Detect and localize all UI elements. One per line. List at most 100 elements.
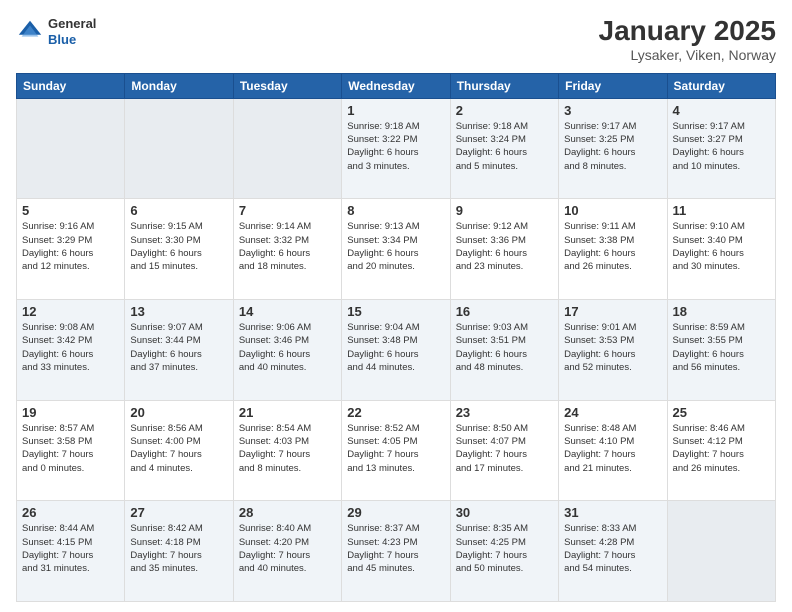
page-subtitle: Lysaker, Viken, Norway	[599, 47, 776, 63]
day-number: 17	[564, 304, 661, 319]
day-number: 23	[456, 405, 553, 420]
day-info: Sunrise: 9:06 AM Sunset: 3:46 PM Dayligh…	[239, 321, 336, 374]
day-number: 2	[456, 103, 553, 118]
day-info: Sunrise: 8:56 AM Sunset: 4:00 PM Dayligh…	[130, 422, 227, 475]
logo: General Blue	[16, 16, 96, 47]
calendar-header-wednesday: Wednesday	[342, 73, 450, 98]
calendar-cell: 5Sunrise: 9:16 AM Sunset: 3:29 PM Daylig…	[17, 199, 125, 300]
calendar-header-saturday: Saturday	[667, 73, 775, 98]
logo-icon	[16, 18, 44, 46]
calendar-cell: 25 Sunrise: 8:46 AM Sunset: 4:12 PM Dayli…	[667, 400, 775, 501]
day-number: 4	[673, 103, 770, 118]
day-number: 13	[130, 304, 227, 319]
calendar-week-row: 5Sunrise: 9:16 AM Sunset: 3:29 PM Daylig…	[17, 199, 776, 300]
day-info: Sunrise: 9:04 AM Sunset: 3:48 PM Dayligh…	[347, 321, 444, 374]
calendar-cell: 13 Sunrise: 9:07 AM Sunset: 3:44 PM Dayli…	[125, 300, 233, 401]
day-number: 1	[347, 103, 444, 118]
day-number: 28	[239, 505, 336, 520]
calendar-cell: 18 Sunrise: 8:59 AM Sunset: 3:55 PM Dayli…	[667, 300, 775, 401]
calendar-cell: 15Sunrise: 9:04 AM Sunset: 3:48 PM Dayli…	[342, 300, 450, 401]
day-info: Sunrise: 8:42 AM Sunset: 4:18 PM Dayligh…	[130, 522, 227, 575]
calendar-cell: 8Sunrise: 9:13 AM Sunset: 3:34 PM Daylig…	[342, 199, 450, 300]
day-number: 14	[239, 304, 336, 319]
calendar-cell: 7Sunrise: 9:14 AM Sunset: 3:32 PM Daylig…	[233, 199, 341, 300]
calendar-header-tuesday: Tuesday	[233, 73, 341, 98]
day-info: Sunrise: 9:17 AM Sunset: 3:25 PM Dayligh…	[564, 120, 661, 173]
day-number: 27	[130, 505, 227, 520]
day-info: Sunrise: 8:44 AM Sunset: 4:15 PM Dayligh…	[22, 522, 119, 575]
day-info: Sunrise: 8:50 AM Sunset: 4:07 PM Dayligh…	[456, 422, 553, 475]
calendar-table: SundayMondayTuesdayWednesdayThursdayFrid…	[16, 73, 776, 602]
day-info: Sunrise: 9:18 AM Sunset: 3:24 PM Dayligh…	[456, 120, 553, 173]
day-info: Sunrise: 8:52 AM Sunset: 4:05 PM Dayligh…	[347, 422, 444, 475]
calendar-cell: 27 Sunrise: 8:42 AM Sunset: 4:18 PM Dayli…	[125, 501, 233, 602]
calendar-cell: 2 Sunrise: 9:18 AM Sunset: 3:24 PM Daylig…	[450, 98, 558, 199]
header: General Blue January 2025 Lysaker, Viken…	[16, 16, 776, 63]
day-info: Sunrise: 9:08 AM Sunset: 3:42 PM Dayligh…	[22, 321, 119, 374]
day-info: Sunrise: 8:33 AM Sunset: 4:28 PM Dayligh…	[564, 522, 661, 575]
day-info: Sunrise: 9:11 AM Sunset: 3:38 PM Dayligh…	[564, 220, 661, 273]
calendar-cell	[125, 98, 233, 199]
day-info: Sunrise: 8:54 AM Sunset: 4:03 PM Dayligh…	[239, 422, 336, 475]
day-number: 9	[456, 203, 553, 218]
calendar-cell: 22 Sunrise: 8:52 AM Sunset: 4:05 PM Dayli…	[342, 400, 450, 501]
day-info: Sunrise: 9:07 AM Sunset: 3:44 PM Dayligh…	[130, 321, 227, 374]
day-number: 25	[673, 405, 770, 420]
day-info: Sunrise: 9:18 AM Sunset: 3:22 PM Dayligh…	[347, 120, 444, 173]
day-info: Sunrise: 9:14 AM Sunset: 3:32 PM Dayligh…	[239, 220, 336, 273]
day-info: Sunrise: 8:40 AM Sunset: 4:20 PM Dayligh…	[239, 522, 336, 575]
calendar-header-monday: Monday	[125, 73, 233, 98]
day-number: 30	[456, 505, 553, 520]
calendar-cell: 9 Sunrise: 9:12 AM Sunset: 3:36 PM Daylig…	[450, 199, 558, 300]
calendar-cell: 26 Sunrise: 8:44 AM Sunset: 4:15 PM Dayli…	[17, 501, 125, 602]
day-info: Sunrise: 8:48 AM Sunset: 4:10 PM Dayligh…	[564, 422, 661, 475]
calendar-cell: 1 Sunrise: 9:18 AM Sunset: 3:22 PM Daylig…	[342, 98, 450, 199]
logo-blue: Blue	[48, 32, 96, 48]
logo-text: General Blue	[48, 16, 96, 47]
calendar-week-row: 1 Sunrise: 9:18 AM Sunset: 3:22 PM Daylig…	[17, 98, 776, 199]
day-info: Sunrise: 9:13 AM Sunset: 3:34 PM Dayligh…	[347, 220, 444, 273]
day-number: 5	[22, 203, 119, 218]
calendar-header-row: SundayMondayTuesdayWednesdayThursdayFrid…	[17, 73, 776, 98]
day-info: Sunrise: 8:37 AM Sunset: 4:23 PM Dayligh…	[347, 522, 444, 575]
day-number: 22	[347, 405, 444, 420]
calendar-cell: 29 Sunrise: 8:37 AM Sunset: 4:23 PM Dayli…	[342, 501, 450, 602]
day-number: 16	[456, 304, 553, 319]
calendar-header-friday: Friday	[559, 73, 667, 98]
calendar-cell: 19 Sunrise: 8:57 AM Sunset: 3:58 PM Dayli…	[17, 400, 125, 501]
calendar-week-row: 12Sunrise: 9:08 AM Sunset: 3:42 PM Dayli…	[17, 300, 776, 401]
day-info: Sunrise: 9:03 AM Sunset: 3:51 PM Dayligh…	[456, 321, 553, 374]
calendar-cell: 11 Sunrise: 9:10 AM Sunset: 3:40 PM Dayli…	[667, 199, 775, 300]
day-number: 20	[130, 405, 227, 420]
day-number: 19	[22, 405, 119, 420]
calendar-cell: 31Sunrise: 8:33 AM Sunset: 4:28 PM Dayli…	[559, 501, 667, 602]
day-info: Sunrise: 9:17 AM Sunset: 3:27 PM Dayligh…	[673, 120, 770, 173]
calendar-week-row: 19 Sunrise: 8:57 AM Sunset: 3:58 PM Dayli…	[17, 400, 776, 501]
calendar-cell: 14 Sunrise: 9:06 AM Sunset: 3:46 PM Dayli…	[233, 300, 341, 401]
day-number: 26	[22, 505, 119, 520]
calendar-cell: 12Sunrise: 9:08 AM Sunset: 3:42 PM Dayli…	[17, 300, 125, 401]
calendar-cell: 23 Sunrise: 8:50 AM Sunset: 4:07 PM Dayli…	[450, 400, 558, 501]
day-info: Sunrise: 8:59 AM Sunset: 3:55 PM Dayligh…	[673, 321, 770, 374]
day-number: 6	[130, 203, 227, 218]
day-info: Sunrise: 9:12 AM Sunset: 3:36 PM Dayligh…	[456, 220, 553, 273]
main-container: General Blue January 2025 Lysaker, Viken…	[0, 0, 792, 612]
day-number: 18	[673, 304, 770, 319]
calendar-cell: 21Sunrise: 8:54 AM Sunset: 4:03 PM Dayli…	[233, 400, 341, 501]
calendar-cell: 4 Sunrise: 9:17 AM Sunset: 3:27 PM Daylig…	[667, 98, 775, 199]
calendar-cell: 28 Sunrise: 8:40 AM Sunset: 4:20 PM Dayli…	[233, 501, 341, 602]
day-number: 11	[673, 203, 770, 218]
day-info: Sunrise: 9:10 AM Sunset: 3:40 PM Dayligh…	[673, 220, 770, 273]
day-info: Sunrise: 9:15 AM Sunset: 3:30 PM Dayligh…	[130, 220, 227, 273]
calendar-week-row: 26 Sunrise: 8:44 AM Sunset: 4:15 PM Dayli…	[17, 501, 776, 602]
day-info: Sunrise: 9:01 AM Sunset: 3:53 PM Dayligh…	[564, 321, 661, 374]
day-number: 29	[347, 505, 444, 520]
day-info: Sunrise: 8:35 AM Sunset: 4:25 PM Dayligh…	[456, 522, 553, 575]
calendar-header-thursday: Thursday	[450, 73, 558, 98]
title-section: January 2025 Lysaker, Viken, Norway	[599, 16, 776, 63]
day-info: Sunrise: 8:46 AM Sunset: 4:12 PM Dayligh…	[673, 422, 770, 475]
calendar-cell	[17, 98, 125, 199]
day-info: Sunrise: 8:57 AM Sunset: 3:58 PM Dayligh…	[22, 422, 119, 475]
calendar-cell: 10Sunrise: 9:11 AM Sunset: 3:38 PM Dayli…	[559, 199, 667, 300]
page-title: January 2025	[599, 16, 776, 47]
